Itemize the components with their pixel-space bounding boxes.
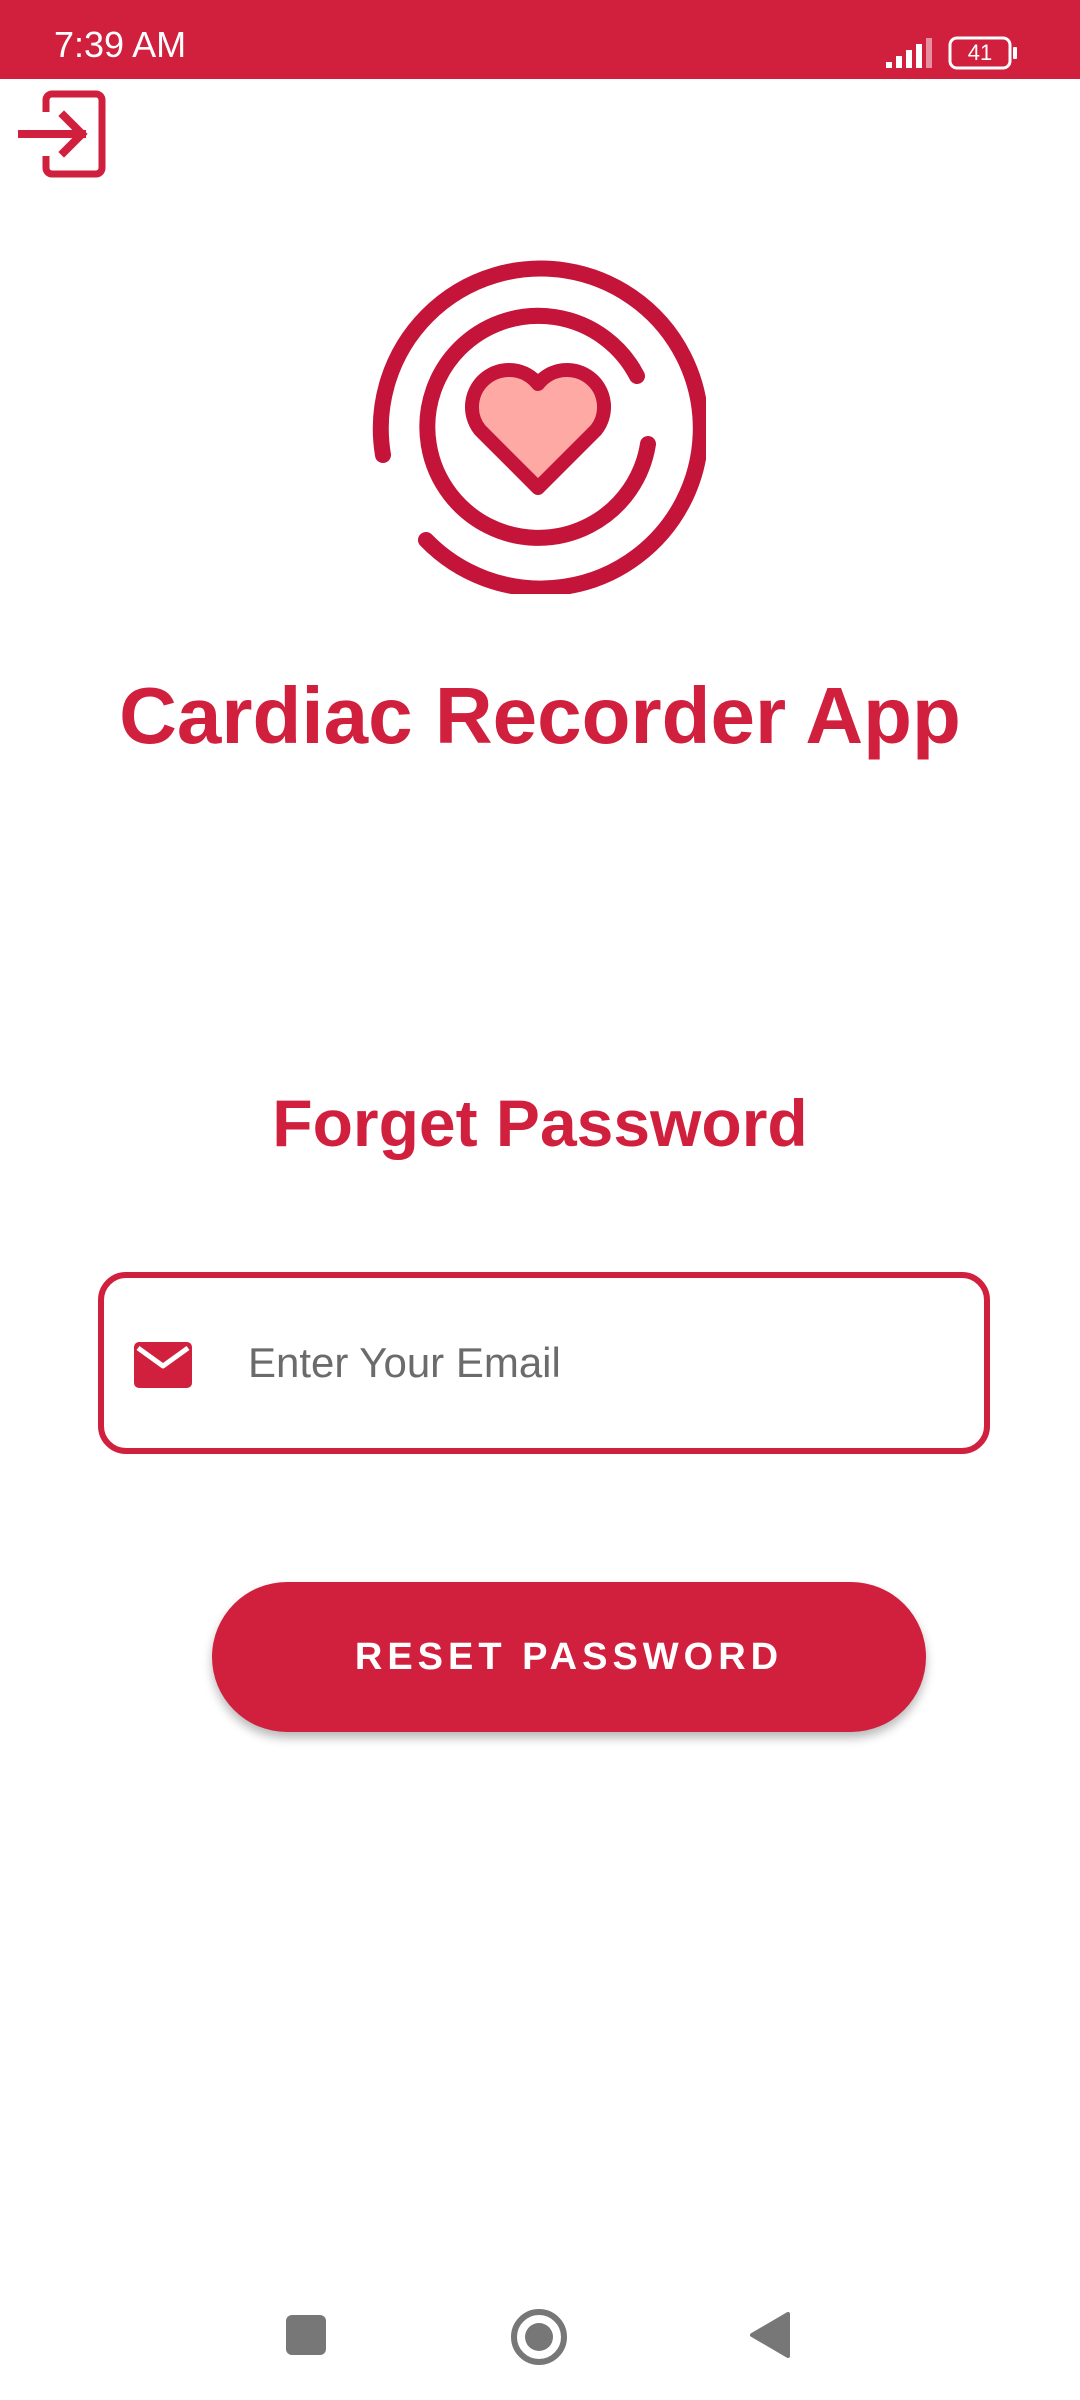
status-bar: 7:39 AM 41 (0, 0, 1080, 79)
email-input[interactable] (248, 1318, 948, 1408)
status-time: 7:39 AM (54, 24, 187, 65)
battery-level: 41 (967, 40, 993, 65)
recents-icon[interactable] (286, 2315, 326, 2355)
login-icon[interactable] (18, 90, 106, 178)
navigation-bar (0, 2270, 1080, 2400)
home-icon[interactable] (510, 2308, 568, 2366)
app-title: Cardiac Recorder App (119, 671, 961, 760)
back-icon[interactable] (748, 2310, 792, 2360)
mail-icon (134, 1342, 192, 1388)
reset-password-button[interactable]: RESET PASSWORD (212, 1582, 926, 1732)
signal-icon (886, 38, 932, 68)
heart-logo-icon (372, 260, 706, 594)
form-heading: Forget Password (272, 1086, 808, 1160)
email-field[interactable] (98, 1272, 990, 1454)
